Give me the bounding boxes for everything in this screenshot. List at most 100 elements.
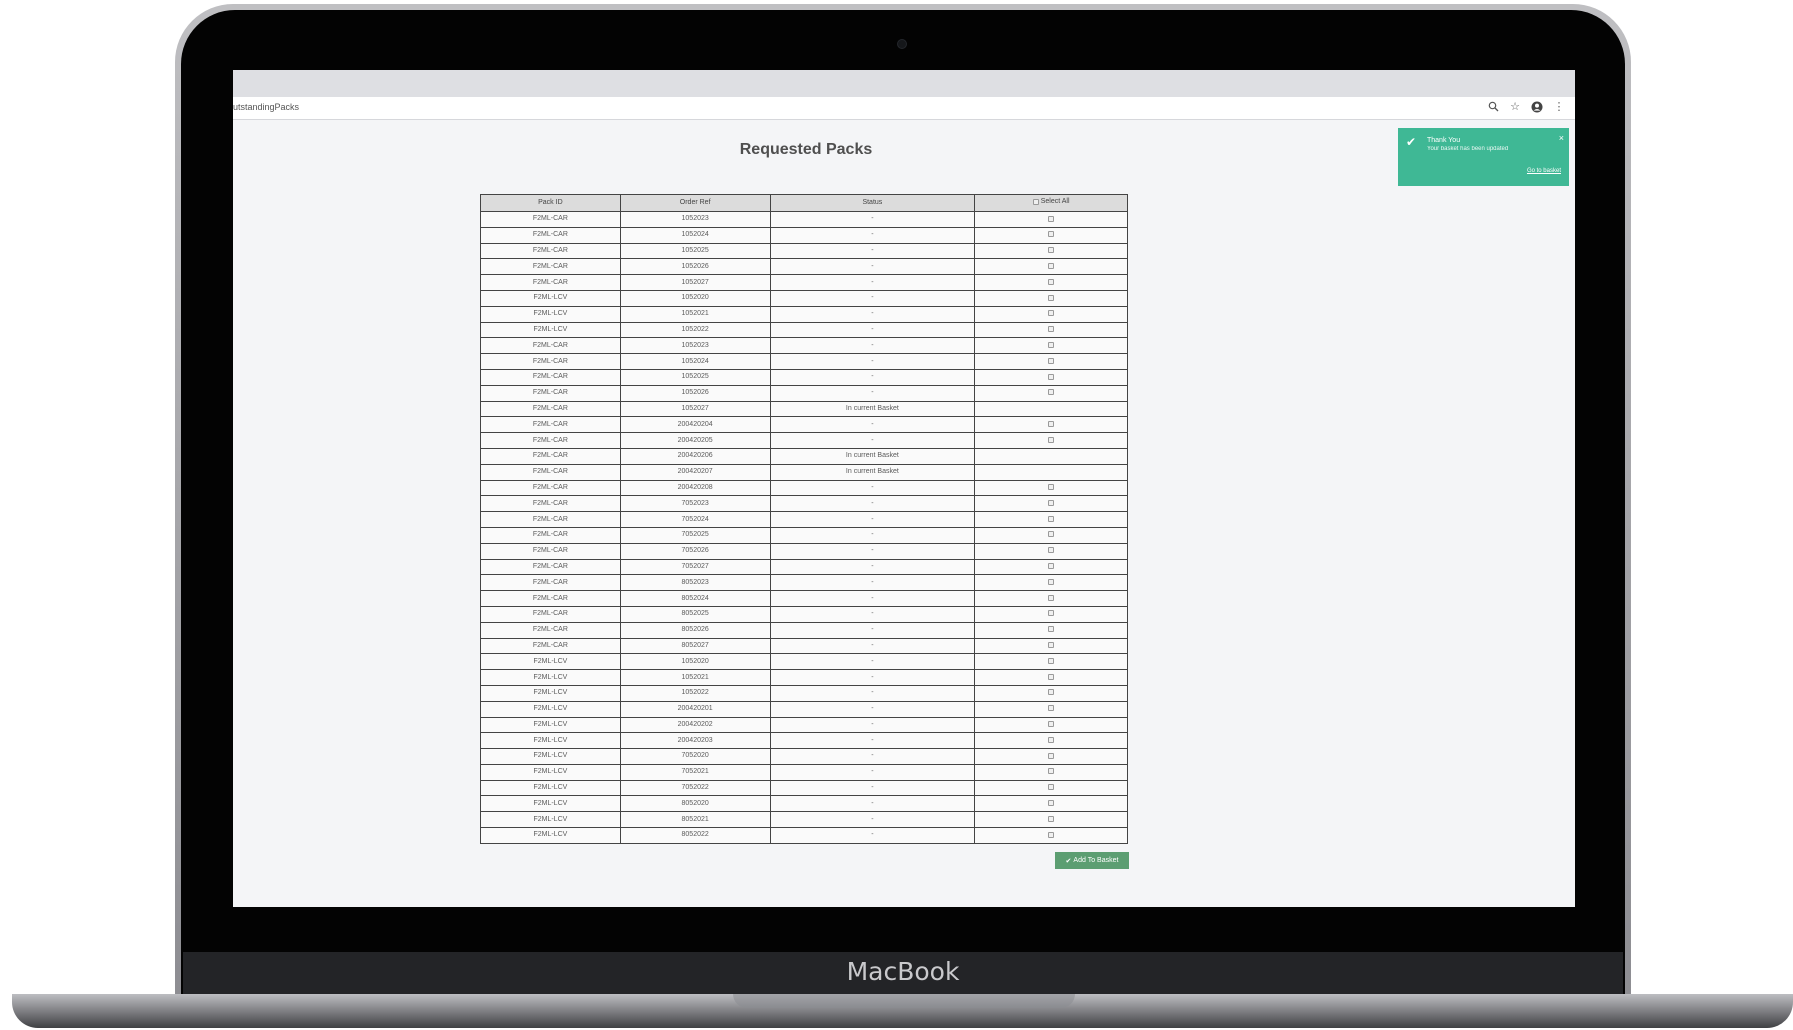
laptop-hinge-notch — [733, 994, 1075, 1008]
select-all-checkbox[interactable] — [1032, 199, 1039, 205]
row-checkbox[interactable] — [1048, 326, 1055, 333]
row-checkbox[interactable] — [1048, 673, 1055, 680]
row-checkbox[interactable] — [1048, 736, 1055, 743]
row-checkbox[interactable] — [1048, 705, 1055, 712]
row-checkbox[interactable] — [1048, 294, 1055, 301]
row-checkbox[interactable] — [1048, 610, 1055, 617]
cell-pack-id: F2ML-LCV — [480, 827, 621, 844]
cell-select — [974, 495, 1128, 513]
go-to-basket-link[interactable]: Go to basket — [1527, 168, 1561, 174]
cell-select — [974, 211, 1128, 228]
cell-pack-id: F2ML-CAR — [480, 416, 621, 434]
row-checkbox[interactable] — [1048, 547, 1055, 554]
checkmark-icon: ✔ — [1406, 135, 1417, 149]
row-checkbox[interactable] — [1048, 657, 1055, 664]
browser-tab-strip — [233, 70, 1575, 97]
row-checkbox[interactable] — [1048, 800, 1055, 807]
cell-status: - — [769, 779, 976, 797]
cell-select — [974, 337, 1128, 355]
row-checkbox[interactable] — [1048, 231, 1055, 238]
bookmark-star-icon[interactable]: ☆ — [1509, 101, 1521, 113]
row-checkbox[interactable] — [1048, 784, 1055, 791]
cell-order-ref: 1052023 — [619, 211, 771, 228]
toast-title: Thank You — [1427, 137, 1461, 144]
row-checkbox[interactable] — [1048, 831, 1055, 838]
address-bar[interactable]: utstandingPacks ☆ ⋮ — [233, 97, 1575, 120]
cell-status: - — [769, 763, 976, 781]
cell-order-ref: 1052022 — [619, 684, 771, 702]
row-checkbox[interactable] — [1048, 563, 1055, 570]
row-checkbox[interactable] — [1048, 626, 1055, 633]
row-checkbox[interactable] — [1048, 262, 1055, 269]
select-all-label: Select All — [1040, 198, 1070, 205]
profile-icon[interactable] — [1531, 101, 1543, 113]
cell-order-ref: 7052023 — [619, 495, 771, 513]
cell-pack-id: F2ML-LCV — [480, 684, 621, 702]
row-checkbox[interactable] — [1048, 752, 1055, 759]
cell-select — [974, 669, 1128, 686]
row-checkbox[interactable] — [1048, 531, 1055, 538]
cell-status: - — [769, 827, 976, 844]
select-all-control[interactable]: Select All — [1032, 195, 1070, 209]
cell-pack-id: F2ML-CAR — [480, 526, 621, 544]
row-checkbox[interactable] — [1048, 420, 1055, 427]
row-checkbox[interactable] — [1048, 515, 1055, 522]
cell-pack-id: F2ML-CAR — [480, 258, 621, 276]
table-row: F2ML-CAR 1052025- — [480, 242, 1128, 260]
table-row: F2ML-CAR 1052026- — [480, 384, 1128, 402]
row-checkbox[interactable] — [1048, 215, 1055, 222]
close-icon[interactable]: × — [1559, 133, 1564, 143]
cell-status: - — [769, 479, 976, 497]
row-checkbox[interactable] — [1048, 815, 1055, 822]
cell-select — [974, 653, 1128, 671]
row-checkbox[interactable] — [1048, 499, 1055, 506]
row-checkbox[interactable] — [1048, 642, 1055, 649]
cell-order-ref: 8052026 — [619, 621, 771, 639]
search-icon[interactable] — [1487, 101, 1499, 113]
cell-order-ref: 8052022 — [619, 827, 771, 844]
row-checkbox[interactable] — [1048, 389, 1055, 396]
table-row: F2ML-LCV 1052022- — [480, 321, 1128, 339]
table-row: F2ML-LCV 7052020- — [480, 748, 1128, 765]
table-row: F2ML-CAR 8052024- — [480, 590, 1128, 607]
cell-select — [974, 511, 1128, 528]
row-checkbox[interactable] — [1048, 373, 1055, 380]
toast-notification: ✔ Thank You Your basket has been updated… — [1398, 128, 1569, 186]
cell-order-ref: 1052021 — [619, 669, 771, 686]
row-checkbox[interactable] — [1048, 247, 1055, 254]
screen: utstandingPacks ☆ ⋮ Requested Packs Pack… — [233, 70, 1575, 907]
cell-select — [974, 384, 1128, 402]
row-checkbox[interactable] — [1048, 768, 1055, 775]
row-checkbox[interactable] — [1048, 578, 1055, 585]
toolbar-icons: ☆ ⋮ — [1487, 101, 1565, 113]
add-to-basket-button[interactable]: ✔ Add To Basket — [1055, 852, 1129, 869]
cell-select — [974, 416, 1128, 434]
cell-status: - — [769, 732, 976, 750]
cell-status: - — [769, 811, 976, 829]
table-row: F2ML-CAR 1052025- — [480, 368, 1128, 386]
row-checkbox[interactable] — [1048, 689, 1055, 696]
row-checkbox[interactable] — [1048, 594, 1055, 601]
row-checkbox[interactable] — [1048, 341, 1055, 348]
cell-status: - — [769, 637, 976, 655]
row-checkbox[interactable] — [1048, 357, 1055, 364]
table-row: F2ML-CAR 1052027- — [480, 274, 1128, 291]
table-row: F2ML-CAR 7052026- — [480, 542, 1128, 560]
cell-pack-id: F2ML-LCV — [480, 321, 621, 339]
table-row: F2ML-CAR 8052025- — [480, 605, 1128, 623]
row-checkbox[interactable] — [1048, 436, 1055, 443]
cell-pack-id: F2ML-CAR — [480, 479, 621, 497]
cell-select — [974, 479, 1128, 497]
cell-order-ref: 1052026 — [619, 384, 771, 402]
table-row: F2ML-LCV 1052020- — [480, 289, 1128, 307]
row-checkbox[interactable] — [1048, 278, 1055, 285]
cell-select — [974, 811, 1128, 829]
row-checkbox[interactable] — [1048, 721, 1055, 728]
cell-order-ref: 200420206 — [619, 447, 771, 465]
url-text[interactable]: utstandingPacks — [233, 102, 299, 112]
menu-kebab-icon[interactable]: ⋮ — [1553, 101, 1565, 113]
table-row: F2ML-CAR 1052027 In current Basket — [480, 400, 1128, 418]
row-checkbox[interactable] — [1048, 310, 1055, 317]
row-checkbox[interactable] — [1048, 484, 1055, 491]
cell-status: - — [769, 795, 976, 813]
